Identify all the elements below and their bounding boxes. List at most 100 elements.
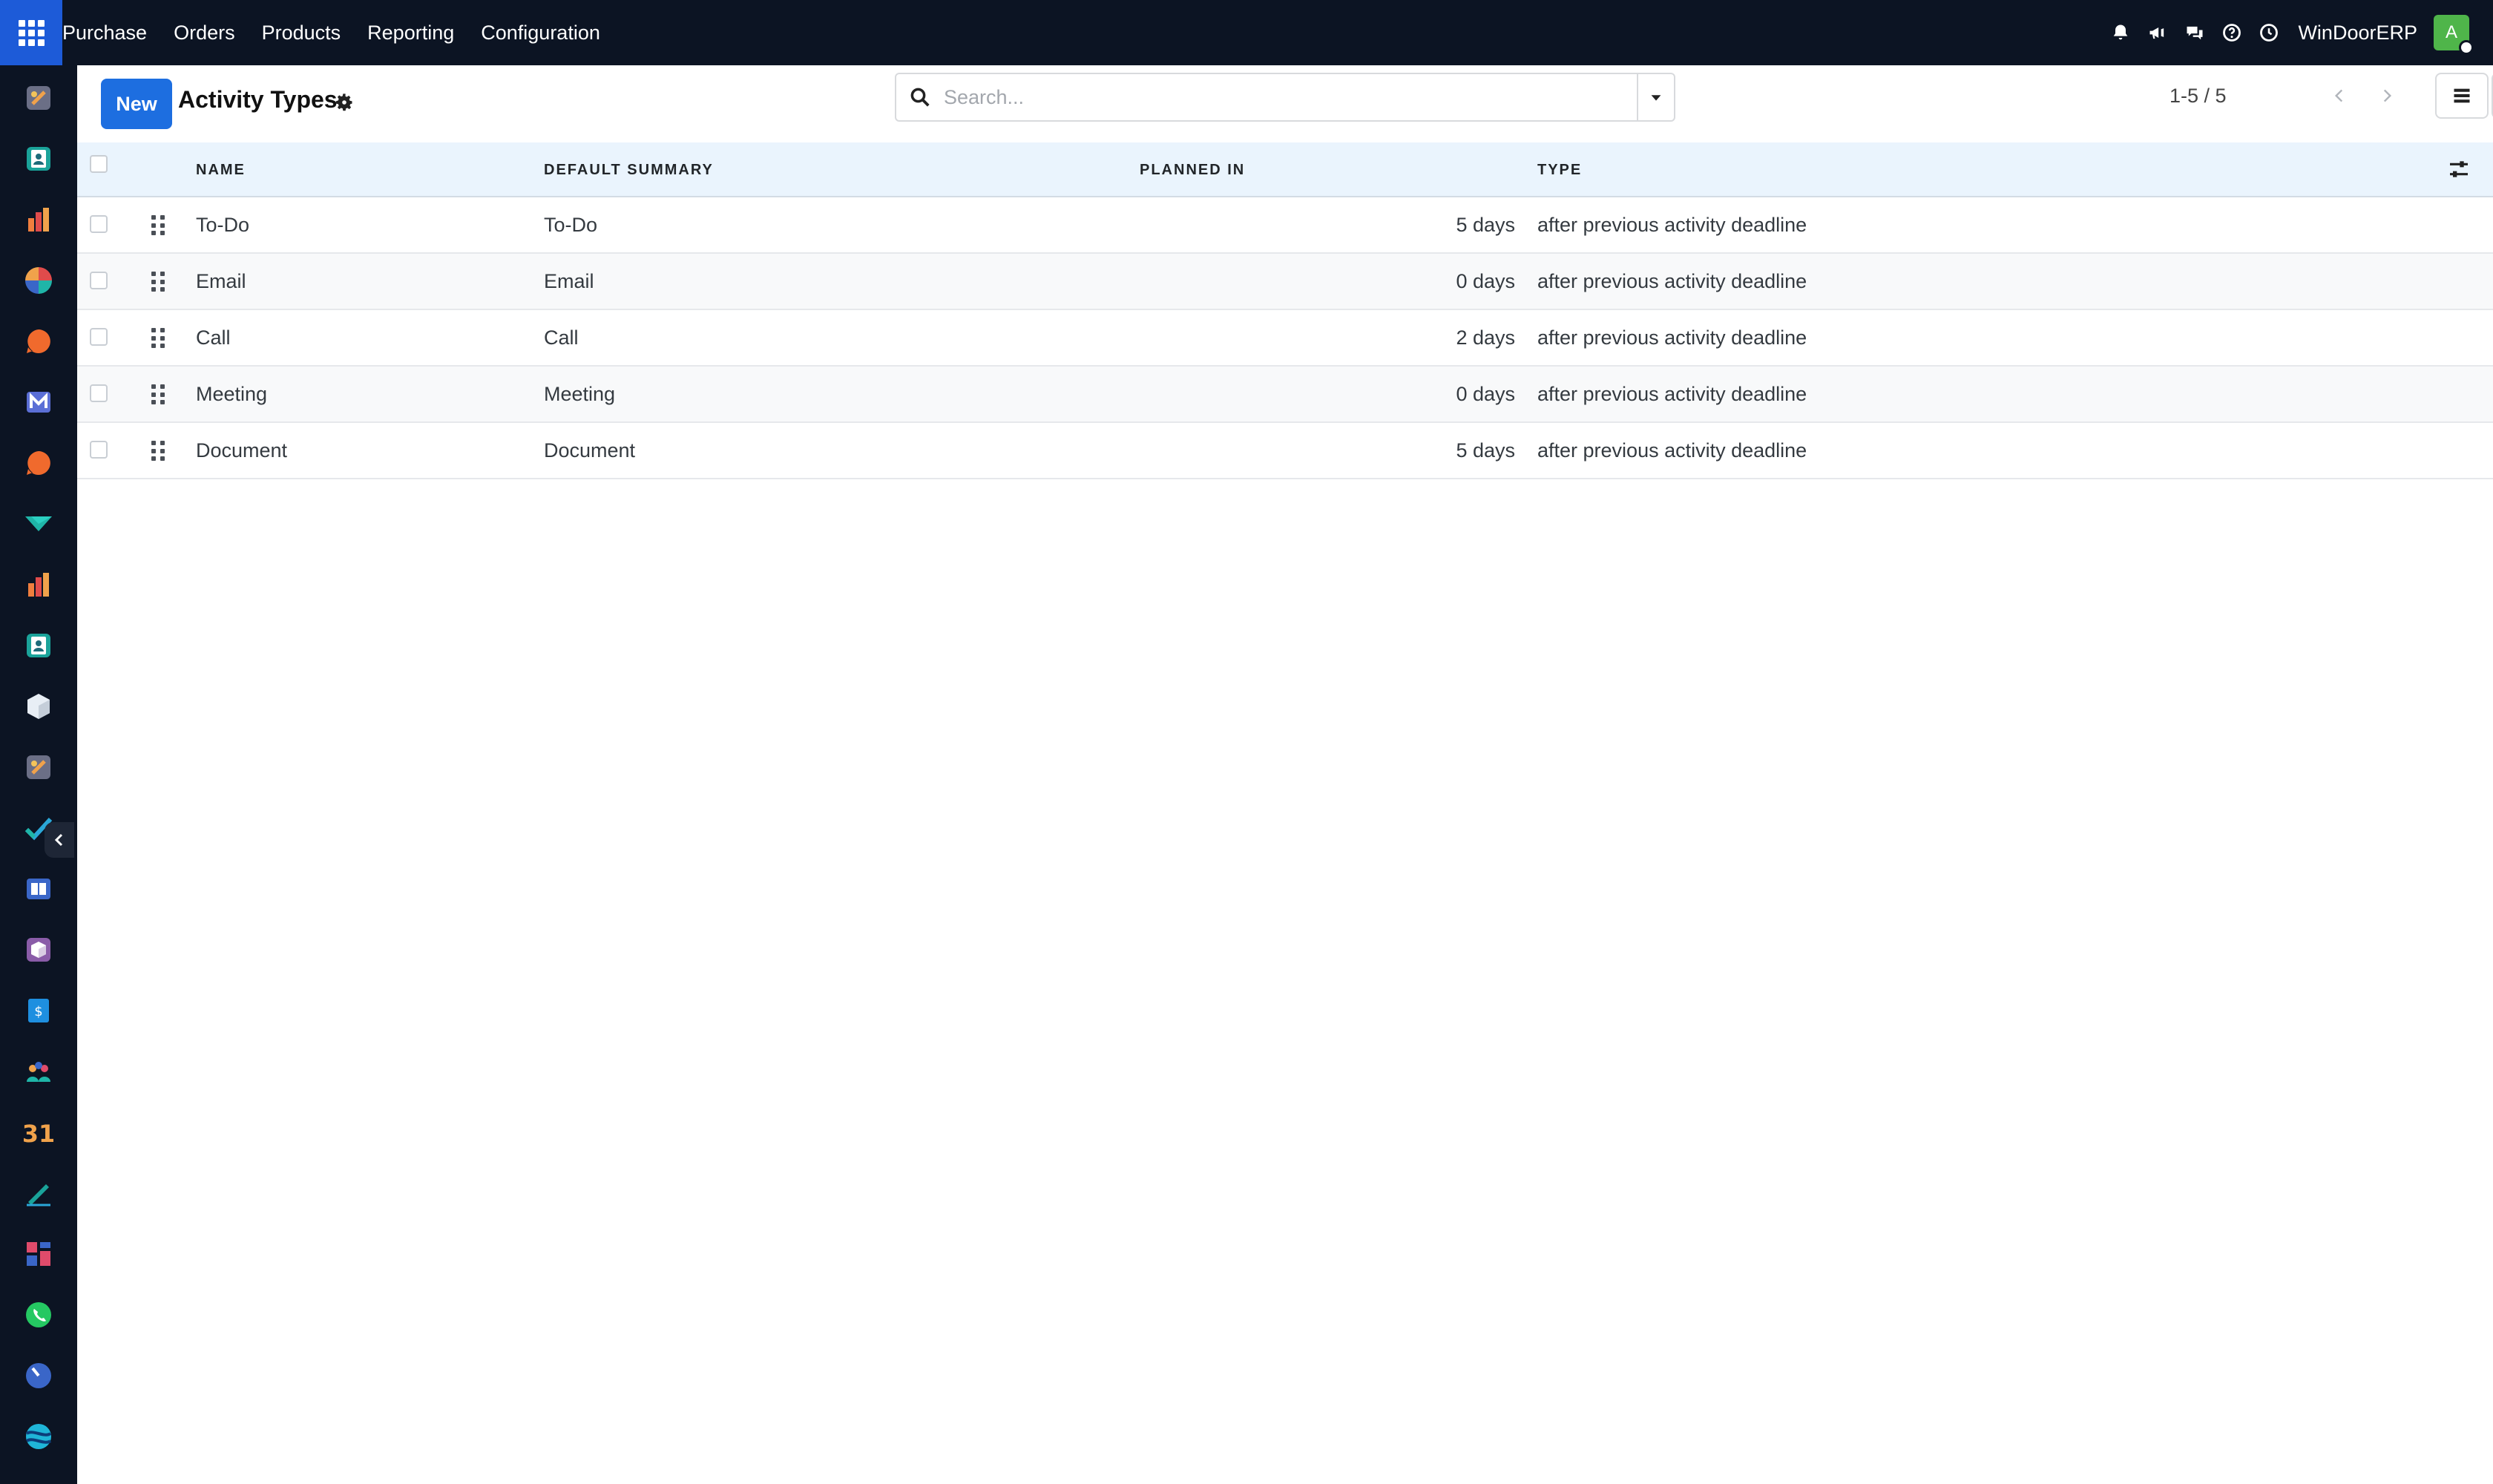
invoicing-app-icon[interactable]: $ (24, 996, 53, 1025)
chat-app-icon[interactable] (24, 326, 53, 356)
purchase-app-icon[interactable] (24, 935, 53, 965)
chat-icon[interactable] (2184, 22, 2206, 44)
search-bar (895, 73, 1675, 122)
search-input[interactable] (944, 74, 1637, 120)
calendar-app-icon[interactable]: 31 (24, 1117, 53, 1147)
row-checkbox[interactable] (90, 328, 108, 346)
website-app-icon[interactable] (24, 1422, 53, 1451)
drag-handle-icon[interactable] (151, 384, 166, 405)
crm-app-icon[interactable] (24, 266, 53, 295)
cell-planned-in: 5 days (1456, 214, 1515, 236)
help-icon[interactable] (2221, 22, 2243, 44)
sign-app-icon[interactable] (24, 1178, 53, 1208)
status-dot (2459, 40, 2474, 55)
gear-icon[interactable] (334, 92, 355, 113)
column-header-type[interactable]: TYPE (1537, 162, 1582, 179)
caret-down-icon (1651, 95, 1661, 101)
cell-planned-in: 2 days (1456, 326, 1515, 349)
surveys-app-icon[interactable] (24, 509, 53, 539)
clock-icon[interactable] (2258, 22, 2280, 44)
cell-default-summary: To-Do (544, 214, 598, 236)
cell-type: after previous activity deadline (1537, 439, 1807, 462)
cell-name: Call (196, 326, 231, 349)
team-app-icon[interactable] (24, 1057, 53, 1086)
cell-name: Email (196, 270, 246, 292)
drag-handle-icon[interactable] (151, 441, 166, 462)
chevron-left-icon (2334, 89, 2343, 102)
row-checkbox[interactable] (90, 215, 108, 233)
select-all-checkbox[interactable] (90, 155, 108, 173)
inventory-app-icon[interactable] (24, 692, 53, 721)
main-menu: Purchase Orders Products Reporting Confi… (62, 0, 614, 65)
column-header-name[interactable]: NAME (196, 162, 246, 179)
cell-default-summary: Meeting (544, 383, 616, 405)
new-button[interactable]: New (101, 79, 172, 129)
chevron-left-icon (54, 833, 63, 847)
pager-next-button[interactable] (2365, 73, 2408, 119)
search-options-toggle[interactable] (1637, 74, 1674, 120)
menu-products[interactable]: Products (249, 0, 355, 65)
megaphone-icon[interactable] (2147, 22, 2169, 44)
app-menu-button[interactable] (0, 0, 62, 65)
drag-handle-icon[interactable] (151, 215, 166, 236)
cell-name: To-Do (196, 214, 250, 236)
cell-type: after previous activity deadline (1537, 270, 1807, 292)
activity-types-table: NAME DEFAULT SUMMARY PLANNED IN TYPE To-… (77, 142, 2493, 479)
table-row[interactable]: Meeting Meeting 0 days after previous ac… (77, 367, 2493, 423)
chevron-right-icon (2383, 89, 2392, 102)
list-view-button[interactable] (2435, 73, 2489, 119)
bell-icon[interactable] (2109, 22, 2132, 44)
cell-planned-in: 0 days (1456, 270, 1515, 292)
cell-default-summary: Call (544, 326, 579, 349)
livechat-app-icon[interactable] (24, 448, 53, 478)
grid-icon (18, 19, 45, 46)
employees-app-icon[interactable] (24, 631, 53, 660)
table-row[interactable]: To-Do To-Do 5 days after previous activi… (77, 197, 2493, 254)
column-header-default-summary[interactable]: DEFAULT SUMMARY (544, 162, 714, 179)
row-checkbox[interactable] (90, 441, 108, 459)
search-icon[interactable] (896, 74, 944, 120)
menu-configuration[interactable]: Configuration (467, 0, 614, 65)
email-marketing-app-icon[interactable] (24, 387, 53, 417)
cell-planned-in: 5 days (1456, 439, 1515, 462)
contacts-app-icon[interactable] (24, 144, 53, 174)
table-row[interactable]: Document Document 5 days after previous … (77, 423, 2493, 479)
cell-default-summary: Document (544, 439, 636, 462)
page-title[interactable]: Activity Types (178, 86, 338, 114)
sales-app-icon[interactable] (24, 205, 53, 234)
svg-text:$: $ (34, 1004, 42, 1020)
avatar[interactable]: A (2434, 15, 2474, 55)
timesheet-app-icon[interactable] (24, 1361, 53, 1391)
column-settings-icon[interactable] (2447, 157, 2471, 181)
systray: WinDoorERP A (2102, 0, 2474, 65)
dashboards-app-icon[interactable] (24, 1239, 53, 1269)
menu-purchase[interactable]: Purchase (62, 0, 160, 65)
column-header-planned-in[interactable]: PLANNED IN (1140, 162, 1245, 179)
reporting-app-icon[interactable] (24, 570, 53, 600)
table-row[interactable]: Call Call 2 days after previous activity… (77, 310, 2493, 367)
app-sidebar: $ 31 (0, 65, 77, 1484)
menu-reporting[interactable]: Reporting (354, 0, 467, 65)
control-panel: New Activity Types 1-5 / 5 (77, 65, 2493, 142)
sidebar-collapse-button[interactable] (45, 822, 74, 858)
table-header: NAME DEFAULT SUMMARY PLANNED IN TYPE (77, 142, 2493, 197)
cell-default-summary: Email (544, 270, 594, 292)
cell-planned-in: 0 days (1456, 383, 1515, 405)
row-checkbox[interactable] (90, 272, 108, 289)
table-row[interactable]: Email Email 0 days after previous activi… (77, 254, 2493, 310)
whatsapp-app-icon[interactable] (24, 1300, 53, 1330)
list-icon (2454, 88, 2470, 103)
cell-name: Document (196, 439, 288, 462)
pager-value[interactable]: 1-5 / 5 (2170, 85, 2227, 108)
drag-handle-icon[interactable] (151, 272, 166, 292)
top-navbar: Purchase Orders Products Reporting Confi… (0, 0, 2493, 65)
company-name[interactable]: WinDoorERP (2298, 22, 2417, 45)
cell-type: after previous activity deadline (1537, 326, 1807, 349)
discuss-app-icon[interactable] (24, 83, 53, 113)
row-checkbox[interactable] (90, 384, 108, 402)
menu-orders[interactable]: Orders (160, 0, 249, 65)
drag-handle-icon[interactable] (151, 328, 166, 349)
settings-app-icon[interactable] (24, 752, 53, 782)
pager-previous-button[interactable] (2318, 73, 2361, 119)
knowledge-app-icon[interactable] (24, 874, 53, 904)
